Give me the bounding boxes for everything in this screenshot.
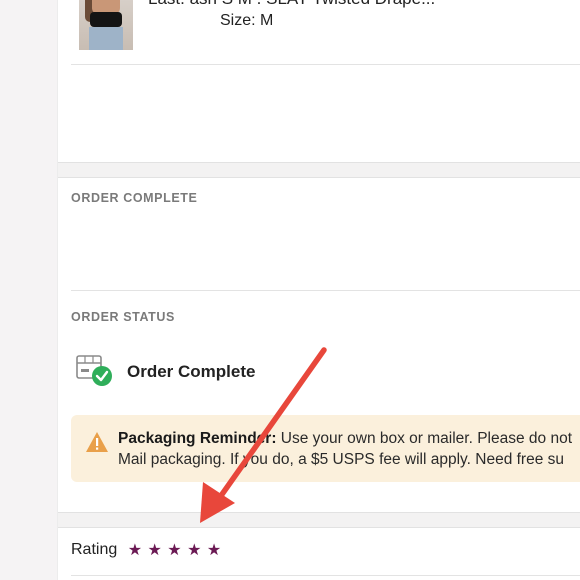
- star-icon: ★: [206, 542, 222, 559]
- divider: [71, 64, 580, 65]
- section-separator: [58, 162, 580, 178]
- section-separator: [58, 512, 580, 528]
- order-status-heading: ORDER STATUS: [71, 310, 175, 324]
- packaging-reminder-notice: Packaging Reminder: Use your own box or …: [71, 415, 580, 482]
- star-icon: ★: [167, 542, 182, 559]
- packaging-reminder-text: Packaging Reminder: Use your own box or …: [118, 428, 580, 470]
- packaging-reminder-line1: Use your own box or mailer. Please do no…: [276, 430, 573, 447]
- star-icon: ★: [187, 542, 202, 559]
- order-complete-heading: ORDER COMPLETE: [71, 191, 198, 205]
- order-detail-panel: Last. ash S M . SLAY Twisted Drape... Si…: [57, 0, 580, 580]
- rating-label: Rating: [71, 541, 118, 558]
- packaging-reminder-title: Packaging Reminder:: [118, 430, 277, 447]
- rating-stars: ★ ★ ★ ★ ★: [128, 540, 223, 560]
- divider: [71, 290, 580, 291]
- packaging-reminder-line2: Mail packaging. If you do, a $5 USPS fee…: [118, 451, 565, 468]
- order-status-text: Order Complete: [127, 362, 256, 381]
- product-size: Size: M: [220, 12, 274, 29]
- box-check-icon: [76, 355, 112, 386]
- star-icon: ★: [147, 542, 162, 559]
- product-title[interactable]: Last. ash S M . SLAY Twisted Drape...: [148, 0, 435, 9]
- divider: [71, 575, 580, 576]
- warning-icon: [86, 432, 108, 452]
- rating-row: Rating ★ ★ ★ ★ ★: [71, 540, 222, 560]
- star-icon: ★: [127, 542, 143, 559]
- product-thumbnail[interactable]: [79, 0, 133, 50]
